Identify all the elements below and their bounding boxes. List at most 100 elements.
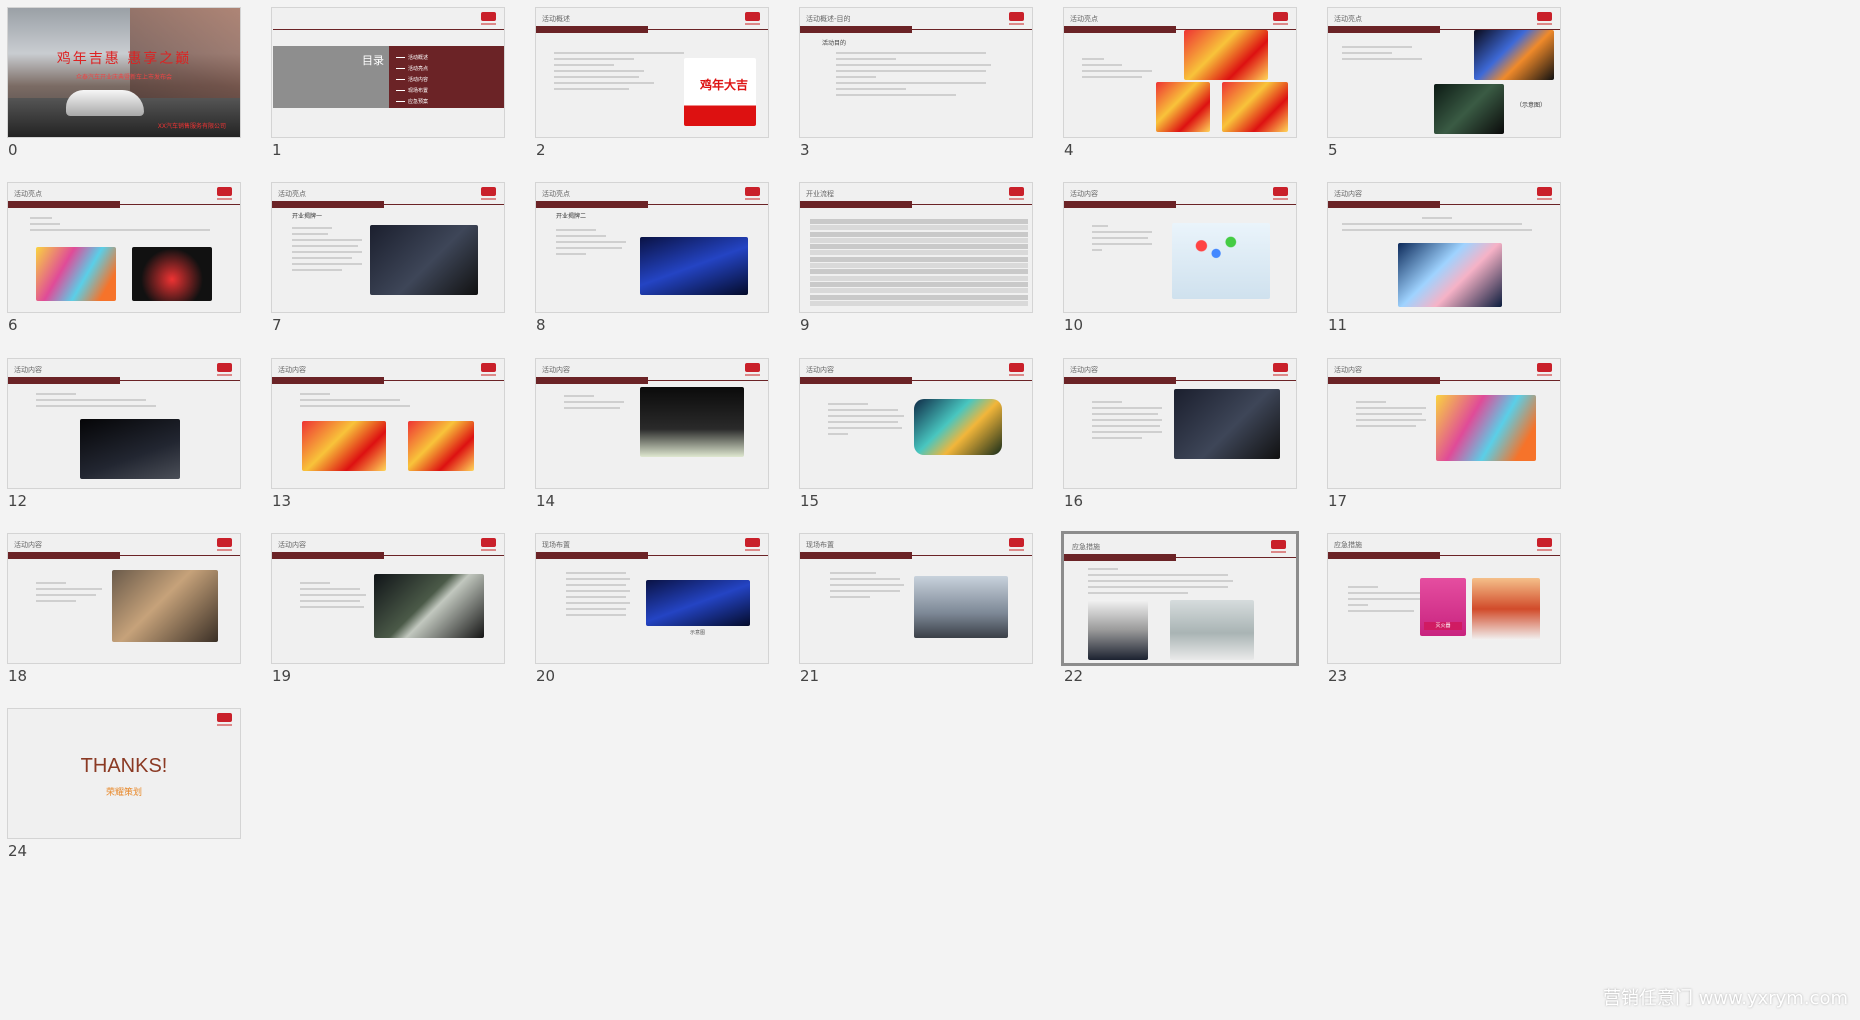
logo-icon (1537, 538, 1552, 551)
slide-header: 活动内容 (1070, 366, 1098, 374)
slide-number: 24 (8, 842, 28, 860)
logo-icon (1273, 363, 1288, 376)
logo-icon (1537, 363, 1552, 376)
slide-thumb-21[interactable]: 现场布置 (799, 533, 1033, 664)
slide-header: 活动内容 (14, 366, 42, 374)
cover-subtitle: 众泰汽车开业庆典暨新车上市发布会 (75, 74, 172, 81)
slide-number: 9 (800, 316, 810, 334)
slide-thumb-14[interactable]: 活动内容 (535, 358, 769, 489)
logo-icon (481, 538, 496, 551)
fire-extinguisher-image: 灭火器 (1420, 578, 1466, 636)
slide-number: 18 (8, 667, 28, 685)
slide-header: 活动内容 (14, 541, 42, 549)
slide-header: 活动亮点 (278, 190, 306, 198)
slide-thumb-4[interactable]: 活动亮点 (1063, 7, 1297, 138)
logo-icon (1009, 187, 1024, 200)
slide-number: 19 (272, 667, 292, 685)
section-title: 开业揭牌一 (292, 213, 323, 220)
slide-header: 活动亮点 (14, 190, 42, 198)
slide-number: 22 (1064, 667, 1084, 685)
slide-header: 活动内容 (542, 366, 570, 374)
logo-icon (217, 187, 232, 200)
umbrella-photo (1088, 600, 1148, 660)
slide-thumb-13[interactable]: 活动内容 (271, 358, 505, 489)
slide-number: 2 (536, 141, 546, 159)
firefighter-illustration (1472, 578, 1540, 640)
slide-thumb-12[interactable]: 活动内容 (7, 358, 241, 489)
performer-photo (132, 247, 212, 301)
slide-thumb-15[interactable]: 活动内容 (799, 358, 1033, 489)
costume-photo (36, 247, 116, 301)
slide-thumb-24[interactable]: THANKS! 荣耀策划 (7, 708, 241, 839)
stage-photo (640, 237, 748, 295)
slide-thumb-5[interactable]: 活动亮点 （示意图） (1327, 7, 1561, 138)
slide-header: 应急措施 (1334, 541, 1362, 549)
slide-thumb-1[interactable]: 目录 活动概述 活动亮点 活动内容 现场布置 应急预案 (271, 7, 505, 138)
balloons-photo (1172, 223, 1270, 299)
logo-icon (1009, 538, 1024, 551)
toc-item: 活动内容 (395, 77, 429, 83)
watermark: 营销任意门 www.yxrym.com (1602, 988, 1848, 1009)
slide-header: 活动内容 (1334, 190, 1362, 198)
stage-render (646, 580, 750, 626)
logo-icon (481, 187, 496, 200)
toc-banner (273, 46, 504, 108)
cover-image: 鸡年吉惠 惠享之巅 众泰汽车开业庆典暨新车上市发布会 XX汽车销售服务有限公司 (8, 8, 240, 137)
slide-thumb-18[interactable]: 活动内容 (7, 533, 241, 664)
lion-dance-photo (302, 421, 386, 471)
logo-icon (1273, 187, 1288, 200)
lion-dance-photo (1156, 82, 1210, 132)
slide-header: 活动亮点 (1334, 15, 1362, 23)
logo-icon (745, 363, 760, 376)
toc-item: 活动概述 (395, 55, 429, 61)
slide-header: 活动亮点 (542, 190, 570, 198)
slide-number: 10 (1064, 316, 1084, 334)
slide-header: 活动内容 (278, 541, 306, 549)
speaker-car-photo (80, 419, 180, 479)
logo-icon (1273, 12, 1288, 25)
slide-thumb-16[interactable]: 活动内容 (1063, 358, 1297, 489)
slide-thumb-11[interactable]: 活动内容 (1327, 182, 1561, 313)
slide-thumb-10[interactable]: 活动内容 (1063, 182, 1297, 313)
logo-icon (1537, 187, 1552, 200)
slide-thumb-17[interactable]: 活动内容 (1327, 358, 1561, 489)
schedule-table (810, 219, 1028, 307)
logo-icon (1009, 12, 1024, 25)
slide-number: 6 (8, 316, 18, 334)
image-caption: 示意图 (690, 630, 706, 636)
slide-thumb-7[interactable]: 活动亮点 开业揭牌一 (271, 182, 505, 313)
speech-podium-photo (640, 387, 744, 457)
slide-number: 21 (800, 667, 820, 685)
slide-thumb-22[interactable]: 应急措施 (1061, 531, 1299, 666)
logo-icon (481, 363, 496, 376)
slide-number: 17 (1328, 492, 1348, 510)
logo-icon (1537, 12, 1552, 25)
slide-number: 14 (536, 492, 556, 510)
slide-thumb-23[interactable]: 应急措施 灭火器 (1327, 533, 1561, 664)
slide-header: 活动亮点 (1070, 15, 1098, 23)
logo-icon (745, 538, 760, 551)
slide-number: 16 (1064, 492, 1084, 510)
slide-thumb-0[interactable]: 鸡年吉惠 惠享之巅 众泰汽车开业庆典暨新车上市发布会 XX汽车销售服务有限公司 (7, 7, 241, 138)
lion-dance-photo (1184, 30, 1268, 80)
slide-number: 7 (272, 316, 282, 334)
slide-thumb-6[interactable]: 活动亮点 (7, 182, 241, 313)
slide-thumb-19[interactable]: 活动内容 (271, 533, 505, 664)
slide-thumb-9[interactable]: 开业流程 (799, 182, 1033, 313)
logo-icon (1009, 363, 1024, 376)
extinguisher-label: 灭火器 (1424, 622, 1462, 630)
slide-thumb-3[interactable]: 活动概述-目的 活动目的 (799, 7, 1033, 138)
slide-number: 20 (536, 667, 556, 685)
slide-number: 0 (8, 141, 18, 159)
dancers-photo (1434, 84, 1504, 134)
slide-thumb-20[interactable]: 现场布置 示意图 (535, 533, 769, 664)
toc-item: 应急预案 (395, 99, 429, 105)
logo-icon (1271, 540, 1286, 553)
slide-number: 13 (272, 492, 292, 510)
slide-thumb-8[interactable]: 活动亮点 开业揭牌二 (535, 182, 769, 313)
dance-show-photo (1398, 243, 1502, 307)
section-title: 开业揭牌二 (556, 213, 587, 220)
slide-header: 开业流程 (806, 190, 834, 198)
slide-number: 11 (1328, 316, 1348, 334)
slide-thumb-2[interactable]: 活动概述 鸡年大吉 (535, 7, 769, 138)
